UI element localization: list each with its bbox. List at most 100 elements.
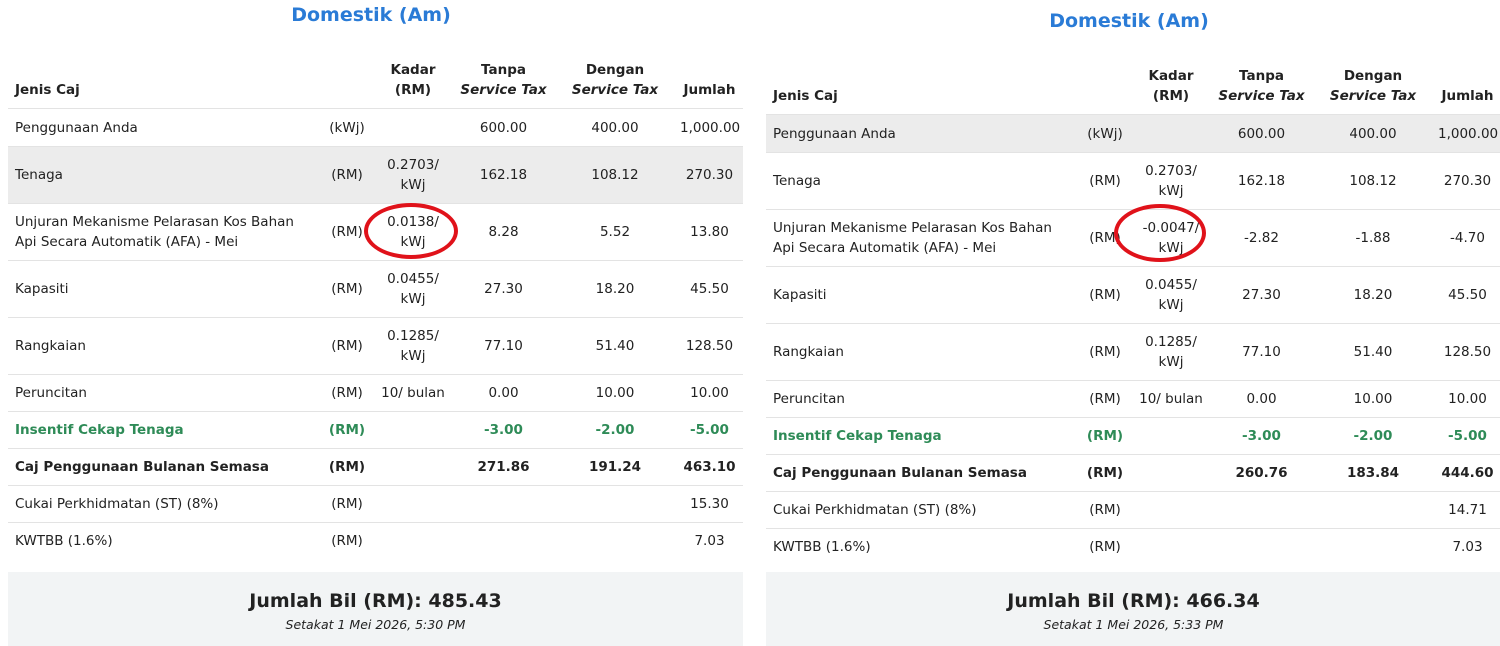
unit-cell: (RM) bbox=[1079, 266, 1131, 324]
rate-cell: 0.1285/ kWj bbox=[1131, 323, 1211, 381]
charge-name: Insentif Cekap Tenaga bbox=[766, 417, 1079, 455]
rate-cell bbox=[373, 485, 453, 523]
unit-cell: (RM) bbox=[321, 374, 373, 412]
bill-total: Jumlah Bil (RM): 466.34 bbox=[1007, 590, 1260, 612]
rate-cell: -0.0047/ kWj bbox=[1131, 209, 1211, 267]
row-cukai: Cukai Perkhidmatan (ST) (8%) (RM) 15.30 bbox=[8, 485, 743, 523]
rate-cell bbox=[373, 448, 453, 486]
tanpa-cell: -3.00 bbox=[1211, 417, 1312, 455]
dengan-cell: 10.00 bbox=[554, 374, 676, 412]
dengan-cell: -2.00 bbox=[1312, 417, 1434, 455]
charge-name: KWTBB (1.6%) bbox=[8, 522, 321, 560]
charge-name: Rangkaian bbox=[766, 323, 1079, 381]
jumlah-cell: 7.03 bbox=[676, 522, 743, 560]
header-jenis-caj: Jenis Caj bbox=[15, 82, 80, 98]
dengan-cell: 191.24 bbox=[554, 448, 676, 486]
charge-name: Caj Penggunaan Bulanan Semasa bbox=[766, 454, 1079, 492]
jumlah-cell: 1,000.00 bbox=[676, 108, 743, 147]
unit-cell: (RM) bbox=[1079, 417, 1131, 455]
jumlah-cell: -5.00 bbox=[1434, 417, 1500, 455]
unit-cell: (RM) bbox=[1079, 528, 1131, 566]
tanpa-cell bbox=[453, 485, 554, 523]
dengan-cell: -2.00 bbox=[554, 411, 676, 449]
row-penggunaan: Penggunaan Anda (kWj) 600.00 400.00 1,000.00 bbox=[8, 108, 743, 147]
row-kapasiti: Kapasiti (RM) 0.0455/ kWj 27.30 18.20 45.50 bbox=[8, 260, 743, 318]
panel-title: Domestik (Am) bbox=[291, 4, 451, 26]
jumlah-cell: 1,000.00 bbox=[1434, 114, 1500, 153]
table-header-row: Jenis Caj Kadar (RM) Tanpa Service Tax Den… bbox=[8, 54, 743, 109]
tanpa-cell: -3.00 bbox=[453, 411, 554, 449]
dengan-cell: 400.00 bbox=[1312, 114, 1434, 153]
bill-timestamp: Setakat 1 Mei 2026, 5:33 PM bbox=[1043, 617, 1224, 632]
tanpa-cell bbox=[1211, 528, 1312, 566]
tanpa-cell: 8.28 bbox=[453, 203, 554, 261]
header-jumlah: Jumlah bbox=[683, 82, 736, 98]
dengan-cell: -1.88 bbox=[1312, 209, 1434, 267]
header-dengan: Dengan Service Tax bbox=[1329, 68, 1417, 104]
row-tenaga: Tenaga (RM) 0.2703/ kWj 162.18 108.12 270.30 bbox=[8, 146, 743, 204]
charge-name: Insentif Cekap Tenaga bbox=[8, 411, 321, 449]
rate-cell bbox=[373, 411, 453, 449]
unit-cell: (kWj) bbox=[321, 108, 373, 147]
unit-cell: (RM) bbox=[1079, 491, 1131, 529]
bill-total-box: Jumlah Bil (RM): 485.43 Setakat 1 Mei 20… bbox=[8, 572, 743, 646]
rate-cell: 0.0455/ kWj bbox=[1131, 266, 1211, 324]
unit-cell: (RM) bbox=[321, 146, 373, 204]
tanpa-cell: 260.76 bbox=[1211, 454, 1312, 492]
dengan-cell: 18.20 bbox=[1312, 266, 1434, 324]
charge-name: Peruncitan bbox=[766, 380, 1079, 418]
panel-title: Domestik (Am) bbox=[1049, 10, 1209, 32]
row-kwtbb: KWTBB (1.6%) (RM) 7.03 bbox=[8, 522, 743, 560]
unit-cell: (RM) bbox=[321, 317, 373, 375]
jumlah-cell: 10.00 bbox=[1434, 380, 1500, 418]
charge-name: Tenaga bbox=[766, 152, 1079, 210]
dengan-cell: 108.12 bbox=[1312, 152, 1434, 210]
row-afa: Unjuran Mekanisme Pelarasan Kos Bahan Ap… bbox=[766, 209, 1500, 267]
tanpa-cell bbox=[453, 522, 554, 560]
rate-cell bbox=[1131, 528, 1211, 566]
jumlah-cell: 270.30 bbox=[1434, 152, 1500, 210]
jumlah-cell: -4.70 bbox=[1434, 209, 1500, 267]
jumlah-cell: 7.03 bbox=[1434, 528, 1500, 566]
bill-panel-left: Domestik (Am) Jenis Caj Kadar (RM) Tanpa S… bbox=[0, 0, 743, 646]
header-dengan: Dengan Service Tax bbox=[571, 62, 659, 98]
header-jenis-caj: Jenis Caj bbox=[773, 88, 838, 104]
jumlah-cell: -5.00 bbox=[676, 411, 743, 449]
dengan-cell: 400.00 bbox=[554, 108, 676, 147]
row-peruncitan: Peruncitan (RM) 10/ bulan 0.00 10.00 10.00 bbox=[8, 374, 743, 412]
header-unit bbox=[1079, 60, 1131, 115]
row-rangkaian: Rangkaian (RM) 0.1285/ kWj 77.10 51.40 128.50 bbox=[8, 317, 743, 375]
rate-cell bbox=[1131, 114, 1211, 153]
header-kadar: Kadar (RM) bbox=[1148, 68, 1194, 104]
charge-name: Kapasiti bbox=[8, 260, 321, 318]
row-kapasiti: Kapasiti (RM) 0.0455/ kWj 27.30 18.20 45.50 bbox=[766, 266, 1500, 324]
tanpa-cell: 271.86 bbox=[453, 448, 554, 486]
rate-cell bbox=[1131, 454, 1211, 492]
jumlah-cell: 45.50 bbox=[676, 260, 743, 318]
jumlah-cell: 10.00 bbox=[676, 374, 743, 412]
tanpa-cell bbox=[1211, 491, 1312, 529]
row-caj-bulanan: Caj Penggunaan Bulanan Semasa (RM) 260.76 1… bbox=[766, 454, 1500, 492]
charge-name: Rangkaian bbox=[8, 317, 321, 375]
unit-cell: (RM) bbox=[321, 485, 373, 523]
row-rangkaian: Rangkaian (RM) 0.1285/ kWj 77.10 51.40 128.50 bbox=[766, 323, 1500, 381]
row-insentif: Insentif Cekap Tenaga (RM) -3.00 -2.00 -5.00 bbox=[8, 411, 743, 449]
unit-cell: (RM) bbox=[1079, 454, 1131, 492]
table-header-row: Jenis Caj Kadar (RM) Tanpa Service Tax Den… bbox=[766, 60, 1500, 115]
dengan-cell: 18.20 bbox=[554, 260, 676, 318]
tanpa-cell: 162.18 bbox=[1211, 152, 1312, 210]
bill-timestamp: Setakat 1 Mei 2026, 5:30 PM bbox=[285, 617, 466, 632]
row-penggunaan: Penggunaan Anda (kWj) 600.00 400.00 1,000.00 bbox=[766, 114, 1500, 153]
tanpa-cell: 27.30 bbox=[453, 260, 554, 318]
jumlah-cell: 14.71 bbox=[1434, 491, 1500, 529]
row-cukai: Cukai Perkhidmatan (ST) (8%) (RM) 14.71 bbox=[766, 491, 1500, 529]
rate-cell: 10/ bulan bbox=[373, 374, 453, 412]
unit-cell: (RM) bbox=[1079, 209, 1131, 267]
unit-cell: (RM) bbox=[321, 260, 373, 318]
bill-table: Jenis Caj Kadar (RM) Tanpa Service Tax Den… bbox=[766, 60, 1500, 566]
tanpa-cell: 77.10 bbox=[1211, 323, 1312, 381]
row-tenaga: Tenaga (RM) 0.2703/ kWj 162.18 108.12 270.30 bbox=[766, 152, 1500, 210]
row-afa: Unjuran Mekanisme Pelarasan Kos Bahan Ap… bbox=[8, 203, 743, 261]
rate-cell: 0.2703/ kWj bbox=[1131, 152, 1211, 210]
unit-cell: (kWj) bbox=[1079, 114, 1131, 153]
